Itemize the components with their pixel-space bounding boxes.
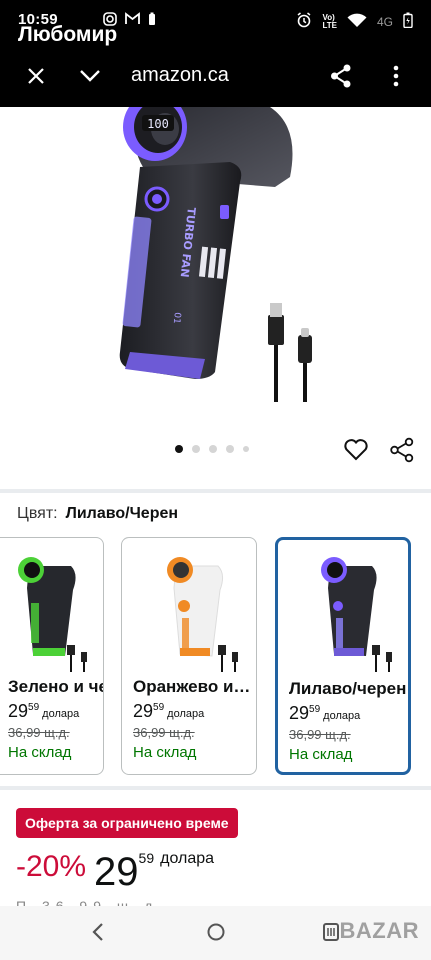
product-image[interactable]: 100 TURBO FAN 01 bbox=[0, 93, 431, 437]
browser-nav: amazon.ca bbox=[0, 60, 431, 92]
deal-price-fraction: 59 bbox=[138, 850, 155, 866]
variant-stock: На склад bbox=[133, 744, 197, 761]
wifi-icon bbox=[347, 13, 367, 31]
recents-icon bbox=[323, 923, 339, 941]
variant-thumbnail bbox=[122, 548, 256, 673]
variant-label: Цвят: bbox=[17, 505, 58, 522]
home-icon bbox=[207, 923, 225, 941]
chevron-down-icon bbox=[80, 70, 100, 82]
back-icon bbox=[92, 923, 103, 941]
variant-value: Лилаво/Черен bbox=[65, 505, 179, 522]
home-button[interactable] bbox=[206, 922, 226, 947]
collapse-button[interactable] bbox=[74, 60, 106, 92]
section-divider bbox=[0, 489, 431, 493]
page-dot[interactable] bbox=[243, 446, 249, 452]
page-dot[interactable] bbox=[192, 445, 200, 453]
share-button[interactable] bbox=[325, 60, 357, 92]
variant-thumbnail bbox=[278, 550, 408, 675]
deal-price-whole: 29 bbox=[94, 850, 139, 894]
variant-old-price: 36,99 щ.д. bbox=[8, 725, 70, 740]
image-pagination[interactable] bbox=[175, 445, 249, 453]
price-whole: 29 bbox=[133, 701, 154, 721]
variant-name: Оранжево и бяло bbox=[133, 677, 251, 696]
product-share-button[interactable] bbox=[389, 437, 415, 468]
battery-saver-icon bbox=[148, 12, 156, 30]
page-dot[interactable] bbox=[226, 445, 234, 453]
price-fraction: 59 bbox=[153, 702, 165, 713]
price-fraction: 59 bbox=[28, 702, 40, 713]
back-button[interactable] bbox=[90, 922, 106, 947]
network-type-label: 4G bbox=[376, 14, 393, 29]
volte-icon: Vo) LTE bbox=[322, 12, 337, 30]
product-model-text: 01 bbox=[171, 312, 182, 324]
heart-icon bbox=[344, 439, 368, 461]
price-fraction: 59 bbox=[309, 704, 321, 715]
variant-card-purple-selected[interactable]: Лилаво/черен 2959долара 36,99 щ.д. На ск… bbox=[275, 537, 411, 775]
variant-stock: На склад bbox=[289, 746, 353, 763]
alarm-icon bbox=[296, 12, 312, 31]
variant-name: Зелено и черно bbox=[8, 677, 103, 696]
variant-card-green[interactable]: Зелено и черно 2959долара 36,99 щ.д. На … bbox=[0, 537, 104, 775]
gmail-icon bbox=[125, 12, 140, 30]
page-dot[interactable] bbox=[209, 445, 217, 453]
variant-old-price: 36,99 щ.д. bbox=[133, 725, 195, 740]
more-vert-icon bbox=[393, 65, 399, 87]
deal-price: -20% 2959 долара bbox=[16, 850, 214, 895]
variant-price: 2959долара bbox=[8, 701, 79, 722]
url-text[interactable]: amazon.ca bbox=[131, 64, 229, 87]
variant-selector-label: Цвят: Лилаво/Черен bbox=[17, 505, 178, 523]
section-divider bbox=[0, 786, 431, 790]
close-icon bbox=[28, 68, 44, 84]
discount-percent: -20% bbox=[16, 850, 87, 883]
variant-name: Лилаво/черен bbox=[289, 679, 407, 698]
deal-price-currency: долара bbox=[160, 850, 215, 867]
variant-price: 2959долара bbox=[289, 703, 360, 724]
variant-stock: На склад bbox=[8, 744, 72, 761]
price-whole: 29 bbox=[289, 703, 310, 723]
overflow-menu-button[interactable] bbox=[380, 60, 412, 92]
browser-top-bar: 10:59 Любомир Vo) LTE 4G amazon.ca bbox=[0, 0, 431, 107]
variant-old-price: 36,99 щ.д. bbox=[289, 727, 351, 742]
limited-deal-badge: Оферта за ограничено време bbox=[16, 808, 238, 838]
watermark-logo: BAZAR bbox=[339, 918, 419, 943]
fan-display-text: 100 bbox=[147, 117, 169, 131]
variant-carousel[interactable]: Зелено и черно 2959долара 36,99 щ.д. На … bbox=[0, 537, 431, 777]
battery-icon bbox=[403, 12, 413, 31]
price-whole: 29 bbox=[8, 701, 29, 721]
variant-price: 2959долара bbox=[133, 701, 204, 722]
notification-icons bbox=[103, 12, 156, 30]
close-tab-button[interactable] bbox=[20, 60, 52, 92]
page-dot-active[interactable] bbox=[175, 445, 183, 453]
share-icon bbox=[331, 64, 351, 88]
variant-thumbnail bbox=[0, 548, 103, 673]
variant-card-orange[interactable]: Оранжево и бяло 2959долара 36,99 щ.д. На… bbox=[121, 537, 257, 775]
system-status-icons: Vo) LTE 4G bbox=[296, 12, 413, 31]
price-currency: долара bbox=[323, 710, 361, 722]
price-currency: долара bbox=[167, 708, 205, 720]
instagram-icon bbox=[103, 12, 117, 30]
recents-button[interactable] bbox=[322, 922, 340, 947]
price-currency: долара bbox=[42, 708, 80, 720]
status-bar: 10:59 Любомир Vo) LTE 4G bbox=[18, 8, 413, 46]
share-icon bbox=[390, 437, 414, 463]
wishlist-button[interactable] bbox=[343, 437, 369, 468]
